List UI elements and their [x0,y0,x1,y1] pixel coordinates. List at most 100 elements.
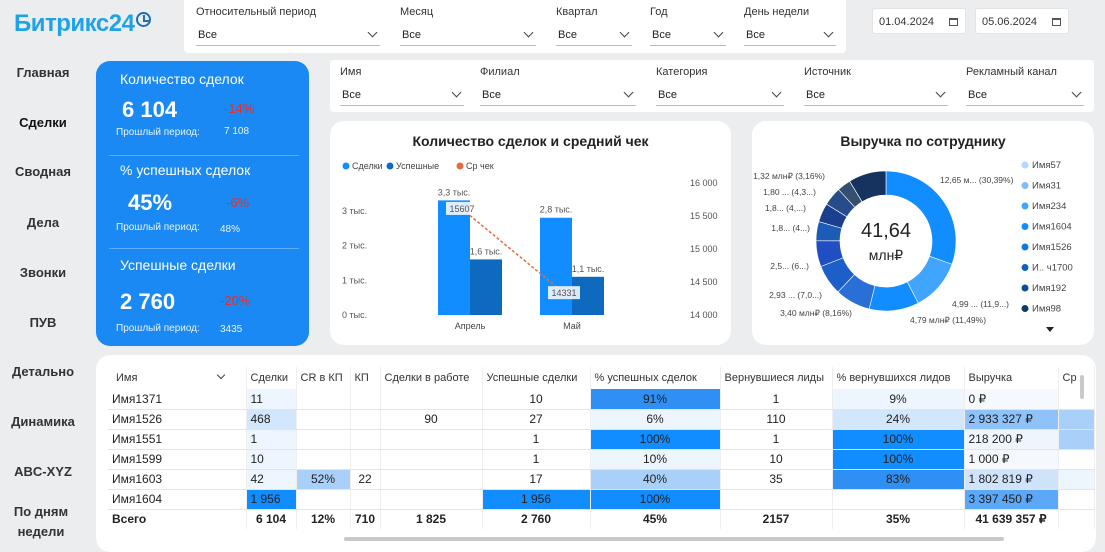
legend-label[interactable]: Имя31 [1032,181,1061,192]
slice-data-label: 12,65 м... (30,39%) [940,175,1014,185]
filter-select[interactable]: Все [340,86,464,106]
total-cell: 41 639 357 ₽ [964,509,1059,529]
filter-relative-period[interactable]: Относительный период Все [196,6,380,46]
table-row[interactable]: Имя1603 42 52% 22 17 40% 35 83% 1 802 819 ₽ [108,469,1095,490]
table-cell [296,409,351,430]
table-cell: 1 802 819 ₽ [964,469,1059,490]
column-header[interactable]: Сделки [246,367,297,389]
kpi-delta: -6% [226,195,250,210]
table-cell: 11 [246,389,297,410]
calendar-icon[interactable] [949,18,958,26]
filter-quarter[interactable]: Квартал Все [556,6,632,46]
filter-select[interactable]: Все [744,26,836,46]
table-cell [296,429,351,450]
table-row[interactable]: Имя1599 10 1 10% 10 100% 1 000 ₽ [108,449,1095,470]
y-tick-left: 1 тыс. [342,275,367,285]
nav-puv[interactable]: ПУВ [0,313,86,333]
table-row[interactable]: Имя1604 1 956 1 956 100% 3 397 450 ₽ [108,489,1095,510]
column-header[interactable]: Успешные сделки [482,367,591,389]
filter-select[interactable]: Все [966,86,1084,106]
legend-label[interactable]: Сделки [352,161,383,171]
filter-ad-channel[interactable]: Рекламный канал Все [966,66,1084,106]
table-row[interactable]: Имя1526 468 90 27 6% 110 24% 2 933 327 ₽ [108,409,1095,430]
deals-chart-svg: Сделки Успешные Ср чек 0 тыс. 1 тыс. 2 тыс. 3 … [342,161,718,331]
filter-select[interactable]: Все [400,26,536,46]
filter-month[interactable]: Месяц Все [400,6,536,46]
column-header[interactable]: % вернувшихся лидов [832,367,965,389]
total-cell: 2 760 [482,509,591,529]
legend-label[interactable]: Успешные [396,161,439,171]
filter-branch[interactable]: Филиал Все [480,66,636,106]
bar-Сделки[interactable] [438,200,470,315]
column-header[interactable]: Ср [1058,367,1095,389]
total-cell: Всего [108,509,247,529]
legend-label[interactable]: Имя1526 [1032,242,1072,253]
nav-calls[interactable]: Звонки [0,263,86,283]
nav-abc-xyz[interactable]: ABC-XYZ [0,462,86,482]
legend-label[interactable]: Имя234 [1032,201,1066,212]
table-row[interactable]: Имя1371 11 10 91% 1 9% 0 ₽ [108,389,1095,410]
legend-label[interactable]: Ср чек [466,161,494,171]
bar-data-label: 1,1 тыс. [572,264,605,274]
table-cell: 1 [720,389,833,410]
legend-scroll-down-icon[interactable] [1046,327,1054,332]
nav-deals[interactable]: Сделки [0,113,86,133]
nav-tasks[interactable]: Дела [0,213,86,233]
table-cell [380,489,483,510]
filter-year[interactable]: Год Все [650,6,726,46]
nav-by-weekday[interactable]: По дням недели [0,502,82,542]
nav-dynamics[interactable]: Динамика [0,412,86,432]
y-tick-right: 14 000 [690,310,718,320]
table-cell: 1 [246,429,297,450]
filter-name[interactable]: Имя Все [340,66,464,106]
table-cell: 24% [832,409,965,430]
filter-category[interactable]: Категория Все [656,66,784,106]
legend-label[interactable]: Имя192 [1032,283,1066,294]
table-row[interactable]: Имя1551 1 1 100% 1 100% 218 200 ₽ [108,429,1095,450]
chevron-down-icon[interactable] [216,370,225,380]
revenue-by-employee-chart: Выручка по сотруднику 41,64 млн₽ 12,65 м..… [752,121,1094,345]
kpi-prev-value: 7 108 [224,126,250,137]
nav-detailed[interactable]: Детально [0,362,86,382]
filter-select[interactable]: Все [804,86,948,106]
table-cell: Имя1604 [108,489,247,510]
filter-select[interactable]: Все [556,26,632,46]
table-cell [1058,469,1095,490]
filter-source[interactable]: Источник Все [804,66,948,106]
column-header[interactable]: Вернувшиеся лиды [720,367,833,389]
filter-select[interactable]: Все [196,26,380,46]
table-cell [380,389,483,410]
bar-Сделки[interactable] [540,217,572,315]
legend-label[interactable]: И.. ч1700 [1032,263,1073,274]
column-header[interactable]: CR в КП [296,367,351,389]
filter-select[interactable]: Все [650,26,726,46]
column-header[interactable]: КП [350,367,381,389]
legend-label[interactable]: Имя98 [1032,304,1061,315]
bar-Успешные[interactable] [470,259,502,315]
date-to-field[interactable]: 05.06.2024 [975,8,1069,34]
calendar-icon[interactable] [1052,18,1061,26]
legend-label[interactable]: Имя1604 [1032,222,1072,233]
filter-weekday[interactable]: День недели Все [744,6,836,46]
legend-marker [1021,243,1029,251]
nav-main[interactable]: Главная [0,63,86,83]
bitrix24-logo[interactable]: Битрикс24 [14,10,152,38]
table-cell: 1 [720,429,833,450]
y-tick-right: 14 500 [690,277,718,287]
horizontal-scrollbar[interactable] [344,537,1004,541]
column-header[interactable]: % успешных сделок [590,367,721,389]
table-total-row: Всего 6 104 12% 710 1 825 2 760 45% 2157 35% 41 6… [108,509,1095,529]
date-from-value: 01.04.2024 [879,16,935,28]
column-header[interactable]: Сделки в работе [380,367,483,389]
column-header[interactable]: Имя [108,367,247,389]
table-cell [1058,389,1095,410]
legend-label[interactable]: Имя57 [1032,160,1061,171]
vertical-scrollbar[interactable] [1080,375,1084,399]
nav-summary[interactable]: Сводная [0,162,86,182]
slice-data-label: 4,79 млн₽ (11,49%) [910,315,986,325]
filter-select[interactable]: Все [656,86,784,106]
column-header[interactable]: Выручка [964,367,1059,389]
filter-select[interactable]: Все [480,86,636,106]
slice-data-label: 1,32 млн₽ (3,16%) [753,171,825,181]
date-from-field[interactable]: 01.04.2024 [872,8,966,34]
